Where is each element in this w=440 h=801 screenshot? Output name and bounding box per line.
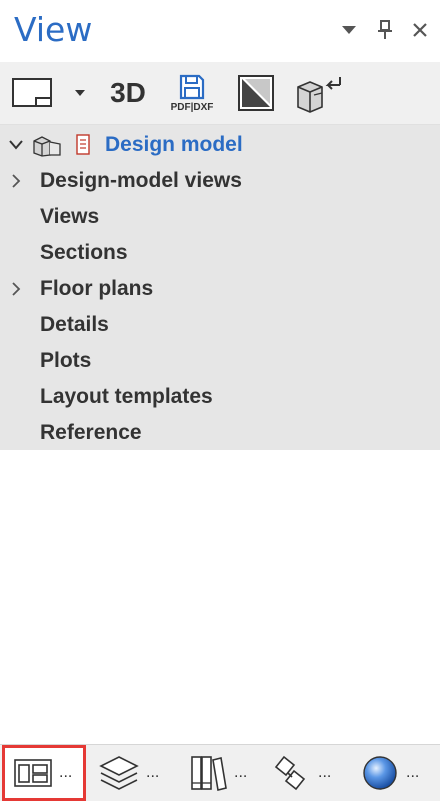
floppy-disk-icon [179,74,205,100]
tab-layers[interactable]: ... [92,745,176,801]
viewport-layout-icon [12,78,52,107]
tree-item-details[interactable]: Details [0,307,440,343]
shading-icon [238,75,274,111]
tab-more-dots: ... [406,764,420,781]
tab-views[interactable]: ... [2,745,86,801]
tab-more-dots: ... [234,764,248,781]
panel-title: View [14,10,93,49]
tree-item-design-model-views[interactable]: Design-model views [0,163,440,199]
dropdown-arrow-icon [75,90,85,96]
tree-item-layout-templates[interactable]: Layout templates [0,379,440,415]
tree-item-floor-plans[interactable]: Floor plans [0,271,440,307]
save-pdf-dxf-button[interactable]: PDF|DXF [164,70,220,116]
tree-item-label: Sections [40,241,128,264]
tab-more-dots: ... [146,764,160,781]
model-cube-icon [33,136,61,157]
layers-icon [99,756,139,790]
viewport-layout-dropdown[interactable] [70,70,90,116]
tab-library[interactable]: ... [180,745,264,801]
tree-item-label: Layout templates [40,385,213,408]
tree-root-label: Design model [105,133,243,156]
view-tree: Design model Design-model views Views Se… [0,125,440,450]
tab-render[interactable]: ... [354,745,438,801]
tab-objects[interactable]: ... [264,745,348,801]
chevron-down-icon[interactable] [9,138,23,152]
pin-button[interactable] [373,18,397,42]
tree-item-plots[interactable]: Plots [0,343,440,379]
viewport-layout-button[interactable] [8,70,56,116]
tree-item-label: Details [40,313,109,336]
shading-button[interactable] [234,70,278,116]
pdf-dxf-label: PDF|DXF [170,102,214,113]
transfer-model-button[interactable] [294,70,344,116]
tree-item-label: Design-model views [40,169,242,192]
panel-header: View [0,0,440,62]
tab-more-dots: ... [59,764,73,781]
close-button[interactable] [408,18,432,42]
tree-item-reference[interactable]: Reference [0,415,440,451]
tree-item-sections[interactable]: Sections [0,235,440,271]
tree-item-label: Reference [40,421,142,444]
view-toolbar: 3D PDF|DXF [0,62,440,125]
close-icon [413,23,427,37]
pin-icon [378,20,392,39]
tree-item-label: Floor plans [40,277,154,300]
tree-item-label: Plots [40,349,92,372]
chevron-right-icon[interactable] [9,282,23,296]
view-3d-label: 3D [110,77,146,108]
tree-item-label: Views [40,205,100,228]
sphere-icon [363,756,397,790]
objects-icon [274,755,306,791]
tree-item-views[interactable]: Views [0,199,440,235]
library-icon [191,756,227,791]
view-3d-button[interactable]: 3D [103,70,153,116]
view-layout-icon [14,759,52,787]
transfer-model-icon [297,77,341,113]
chevron-right-icon[interactable] [9,174,23,188]
tree-root-design-model[interactable]: Design model [0,127,440,163]
tab-more-dots: ... [318,764,332,781]
document-icon [76,134,90,155]
dropdown-arrow-icon [342,26,356,34]
bottom-tab-bar: ... ... ... ... ... [0,744,440,801]
panel-menu-button[interactable] [337,18,361,42]
